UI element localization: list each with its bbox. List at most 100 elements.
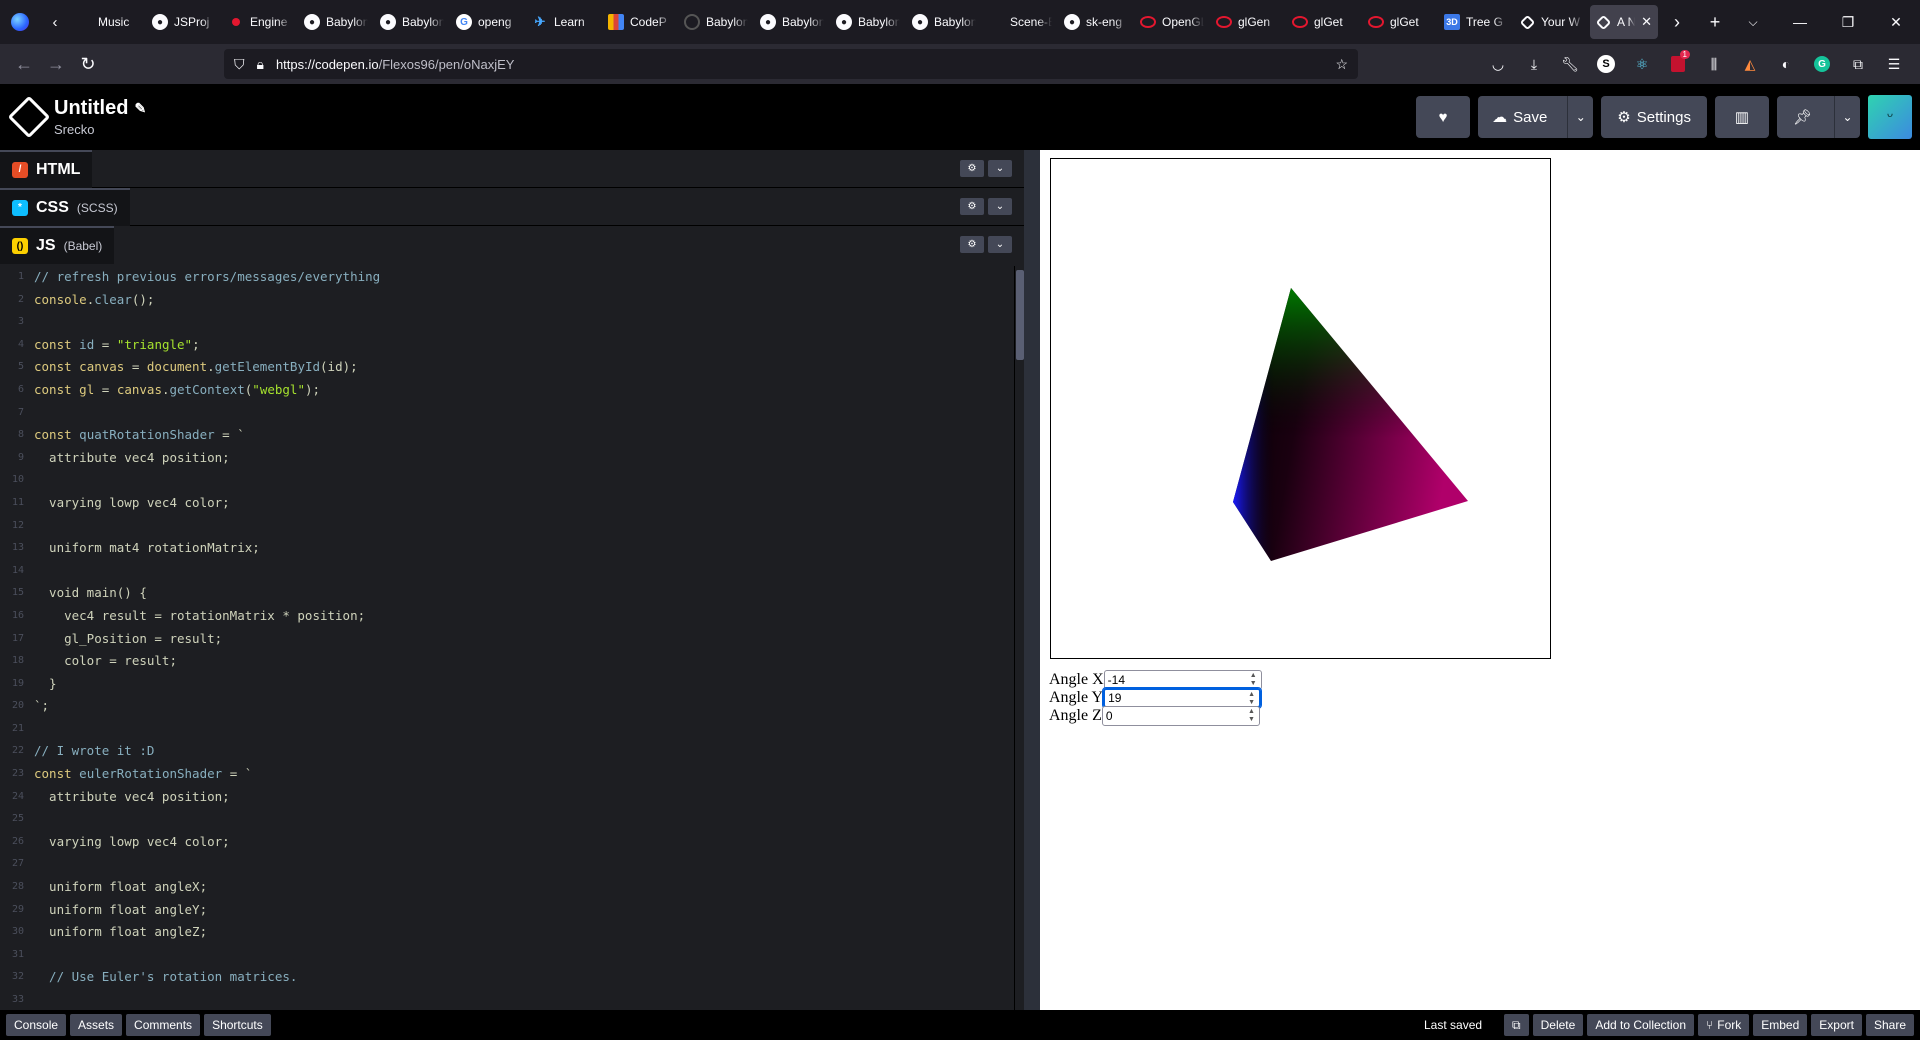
code-line[interactable]: 31 bbox=[0, 944, 1024, 967]
code-line[interactable]: 5 const canvas = document.getElementById(… bbox=[0, 356, 1024, 379]
code-line[interactable]: 9 attribute vec4 position; bbox=[0, 447, 1024, 470]
library-icon[interactable]: ⫼ bbox=[1700, 50, 1728, 78]
s-extension-icon[interactable]: S bbox=[1592, 50, 1620, 78]
browser-tab[interactable]: ● Babylon bbox=[298, 5, 374, 39]
code-line[interactable]: 19 } bbox=[0, 673, 1024, 696]
change-view-button[interactable]: ▥ bbox=[1714, 96, 1769, 138]
browser-tab[interactable]: Engine bbox=[222, 5, 298, 39]
ublock-icon[interactable]: 1 bbox=[1664, 50, 1692, 78]
code-line[interactable]: 27 bbox=[0, 853, 1024, 876]
code-line[interactable]: 23 const eulerRotationShader = ` bbox=[0, 763, 1024, 786]
code-line[interactable]: 25 bbox=[0, 808, 1024, 831]
shortcuts-button[interactable]: Shortcuts bbox=[204, 1014, 271, 1036]
restore-icon[interactable]: ❐ bbox=[1824, 0, 1872, 44]
code-line[interactable]: 1 // refresh previous errors/messages/eve… bbox=[0, 266, 1024, 289]
close-tab-icon[interactable]: ✕ bbox=[1641, 14, 1652, 30]
html-settings-gear-icon[interactable]: ⚙ bbox=[960, 160, 984, 177]
export-button[interactable]: Export bbox=[1811, 1014, 1862, 1036]
tab-css[interactable]: * CSS (SCSS) bbox=[0, 187, 130, 226]
spinner-arrows-icon[interactable]: ▲ ▼ bbox=[1250, 672, 1257, 688]
pen-title[interactable]: Untitled ✎ bbox=[54, 97, 146, 120]
browser-tab[interactable]: glGen bbox=[1210, 5, 1286, 39]
code-line[interactable]: 20 `; bbox=[0, 695, 1024, 718]
app-menu-icon[interactable]: ☰ bbox=[1880, 50, 1908, 78]
css-settings-gear-icon[interactable]: ⚙ bbox=[960, 198, 984, 215]
new-tab-icon[interactable]: + bbox=[1696, 0, 1734, 44]
codepen-logo-icon[interactable] bbox=[7, 95, 51, 139]
js-settings-gear-icon[interactable]: ⚙ bbox=[960, 236, 984, 253]
reload-icon[interactable]: ↻ bbox=[72, 48, 104, 80]
browser-tab[interactable]: ● Babylon bbox=[906, 5, 982, 39]
pocket-icon[interactable]: ◡ bbox=[1484, 50, 1512, 78]
forward-icon[interactable]: → bbox=[40, 48, 72, 80]
wrench-icon[interactable]: 🔧︎ bbox=[1556, 50, 1584, 78]
css-collapse-chevron-icon[interactable]: ⌄ bbox=[988, 198, 1012, 215]
code-line[interactable]: 29 uniform float angleY; bbox=[0, 899, 1024, 922]
browser-tab[interactable]: ✈ Learn bbox=[526, 5, 602, 39]
pencil-edit-icon[interactable]: ✎ bbox=[134, 100, 146, 117]
code-line[interactable]: 8 const quatRotationShader = ` bbox=[0, 424, 1024, 447]
url-text[interactable]: https://codepen.io/Flexos96/pen/oNaxjEY bbox=[276, 57, 1323, 72]
dark-mode-icon[interactable]: ◐ bbox=[1772, 50, 1800, 78]
browser-tab[interactable]: ● Babylon bbox=[830, 5, 906, 39]
code-line[interactable]: 21 bbox=[0, 718, 1024, 741]
browser-tab[interactable]: Gopeng bbox=[450, 5, 526, 39]
code-scrollbar[interactable] bbox=[1014, 266, 1024, 1010]
add-to-collection-button[interactable]: Add to Collection bbox=[1587, 1014, 1695, 1036]
back-icon[interactable]: ← bbox=[8, 48, 40, 80]
code-line[interactable]: 14 bbox=[0, 560, 1024, 583]
tab-html[interactable]: / HTML bbox=[0, 149, 93, 188]
code-line[interactable]: 26 varying lowp vec4 color; bbox=[0, 831, 1024, 854]
bookmark-star-icon[interactable]: ☆ bbox=[1335, 56, 1348, 73]
save-button[interactable]: ☁ Save ⌄ bbox=[1478, 96, 1594, 138]
scroll-tabs-right-icon[interactable]: › bbox=[1658, 0, 1696, 44]
code-line[interactable]: 2 console.clear(); bbox=[0, 289, 1024, 312]
avatar[interactable]: ᵕ bbox=[1868, 95, 1912, 139]
browser-tab[interactable]: Music bbox=[70, 5, 146, 39]
fork-button[interactable]: ⑂ Fork bbox=[1698, 1014, 1750, 1036]
tab-js[interactable]: () JS (Babel) bbox=[0, 226, 115, 264]
save-options-chevron-icon[interactable]: ⌄ bbox=[1567, 96, 1593, 138]
color-picker-icon[interactable]: ◭ bbox=[1736, 50, 1764, 78]
code-line[interactable]: 6 const gl = canvas.getContext("webgl"); bbox=[0, 379, 1024, 402]
console-button[interactable]: Console bbox=[6, 1014, 67, 1036]
code-line[interactable]: 32 // Use Euler's rotation matrices. bbox=[0, 966, 1024, 989]
delete-button[interactable]: Delete bbox=[1532, 1014, 1584, 1036]
firefox-view-icon[interactable] bbox=[0, 0, 40, 44]
js-code-editor[interactable]: 1 // refresh previous errors/messages/eve… bbox=[0, 266, 1024, 1010]
url-bar[interactable]: ⛉ 🔒︎ https://codepen.io/Flexos96/pen/oNa… bbox=[224, 49, 1358, 79]
list-all-tabs-icon[interactable]: ⌵ bbox=[1734, 0, 1772, 44]
browser-tab[interactable]: CodeP bbox=[602, 5, 678, 39]
browser-tab[interactable]: ● JSProj bbox=[146, 5, 222, 39]
pin-button[interactable]: 📌︎ ⌄ bbox=[1776, 96, 1860, 138]
browser-tab[interactable]: Your W bbox=[1514, 5, 1590, 39]
js-collapse-chevron-icon[interactable]: ⌄ bbox=[988, 236, 1012, 253]
lock-icon[interactable]: 🔒︎ bbox=[257, 56, 264, 73]
browser-tab[interactable]: glGet bbox=[1362, 5, 1438, 39]
angle-y-input[interactable]: 19 ▲ ▼ bbox=[1102, 687, 1263, 709]
shield-icon[interactable]: ⛉ bbox=[234, 56, 245, 73]
browser-tab[interactable]: glGet bbox=[1286, 5, 1362, 39]
code-line[interactable]: 10 bbox=[0, 469, 1024, 492]
pen-author[interactable]: Srecko bbox=[54, 122, 146, 137]
browser-tab[interactable]: ● Babylon bbox=[754, 5, 830, 39]
browser-tab[interactable]: ● Babylon bbox=[374, 5, 450, 39]
code-line[interactable]: 15 void main() { bbox=[0, 582, 1024, 605]
code-line[interactable]: 3 bbox=[0, 311, 1024, 334]
spinner-arrows-icon[interactable]: ▲ ▼ bbox=[1248, 691, 1255, 707]
code-line[interactable]: 22 // I wrote it :D bbox=[0, 740, 1024, 763]
minimize-icon[interactable]: — bbox=[1776, 0, 1824, 44]
code-line[interactable]: 16 vec4 result = rotationMatrix * positi… bbox=[0, 605, 1024, 628]
browser-tab[interactable]: ● sk-eng bbox=[1058, 5, 1134, 39]
pin-options-chevron-icon[interactable]: ⌄ bbox=[1834, 96, 1860, 138]
code-line[interactable]: 28 uniform float angleX; bbox=[0, 876, 1024, 899]
browser-tab[interactable]: OpenGL bbox=[1134, 5, 1210, 39]
browser-tab[interactable]: 3D Tree G bbox=[1438, 5, 1514, 39]
code-line[interactable]: 30 uniform float angleZ; bbox=[0, 921, 1024, 944]
code-line[interactable]: 4 const id = "triangle"; bbox=[0, 334, 1024, 357]
open-external-button[interactable]: ⧉ bbox=[1504, 1014, 1529, 1036]
code-line[interactable]: 12 bbox=[0, 515, 1024, 538]
browser-tab[interactable]: Babylon bbox=[678, 5, 754, 39]
settings-button[interactable]: ⚙ Settings bbox=[1601, 96, 1707, 138]
embed-button[interactable]: Embed bbox=[1753, 1014, 1808, 1036]
